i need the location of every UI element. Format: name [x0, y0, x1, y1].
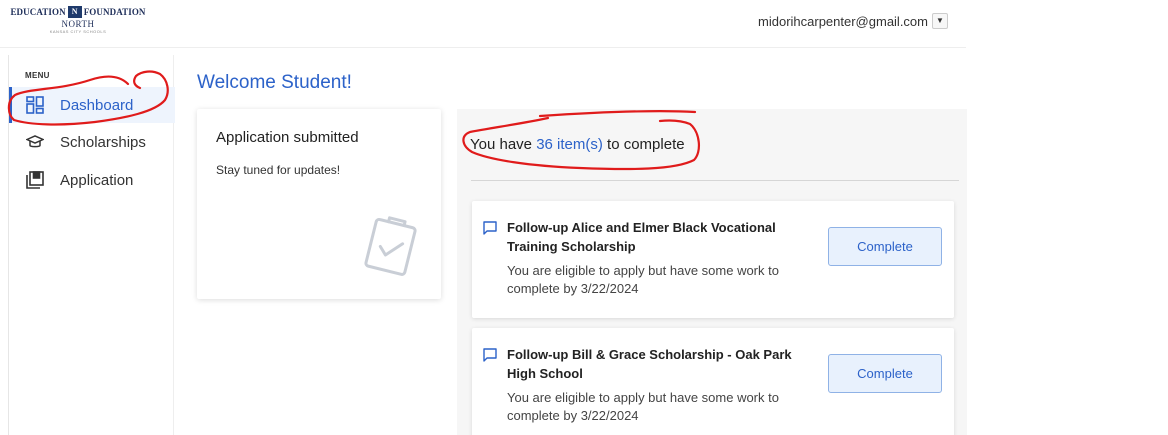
sidebar-item-label: Scholarships: [60, 133, 146, 151]
comment-icon: [483, 348, 497, 362]
complete-button[interactable]: Complete: [828, 227, 942, 266]
divider: [471, 180, 959, 181]
logo-text-foundation: FOUNDATION: [83, 7, 146, 17]
sidebar-item-scholarships[interactable]: Scholarships: [9, 124, 175, 160]
graduation-cap-icon: [26, 133, 44, 151]
status-subtitle: Stay tuned for updates!: [216, 163, 341, 177]
task-title: Follow-up Alice and Elmer Black Vocation…: [507, 220, 776, 254]
foundation-logo[interactable]: EDUCATION N FOUNDATION NORTH KANSAS CITY…: [8, 6, 148, 38]
application-status-card: Application submitted Stay tuned for upd…: [197, 109, 441, 299]
dashboard-icon: [26, 96, 44, 114]
sidebar-item-application[interactable]: Application: [9, 162, 175, 198]
sidebar-item-dashboard[interactable]: Dashboard: [9, 87, 175, 123]
task-description: You are eligible to apply but have some …: [507, 263, 779, 296]
complete-button[interactable]: Complete: [828, 354, 942, 393]
comment-icon: [483, 221, 497, 235]
account-menu[interactable]: midorihcarpenter@gmail.com ▼: [758, 13, 948, 29]
page-title: Welcome Student!: [197, 72, 352, 93]
logo-text-north: NORTH: [61, 19, 95, 29]
account-email[interactable]: midorihcarpenter@gmail.com: [758, 14, 928, 29]
sidebar-item-label: Dashboard: [60, 96, 134, 114]
logo-text-kc-schools: KANSAS CITY SCHOOLS: [49, 29, 107, 34]
sidebar-item-label: Application: [60, 171, 134, 189]
sidebar: MENU Dashboard Scholarships Application: [8, 55, 175, 435]
tasks-panel: You have 36 item(s) to complete Follow-u…: [457, 109, 967, 435]
menu-label: MENU: [25, 71, 50, 80]
task-card: Follow-up Alice and Elmer Black Vocation…: [472, 201, 954, 318]
clipboard-check-icon: [357, 211, 425, 279]
task-title: Follow-up Bill & Grace Scholarship - Oak…: [507, 347, 792, 381]
logo-mark: N: [67, 6, 82, 18]
caret-down-icon[interactable]: ▼: [932, 13, 948, 29]
top-header: EDUCATION N FOUNDATION NORTH KANSAS CITY…: [0, 0, 966, 48]
tasks-heading: You have 36 item(s) to complete: [470, 136, 685, 153]
status-title: Application submitted: [216, 129, 359, 146]
task-card: Follow-up Bill & Grace Scholarship - Oak…: [472, 328, 954, 435]
logo-text-education: EDUCATION: [10, 7, 66, 17]
application-icon: [26, 171, 44, 189]
task-description: You are eligible to apply but have some …: [507, 390, 779, 423]
tasks-count[interactable]: 36 item(s): [536, 136, 603, 153]
